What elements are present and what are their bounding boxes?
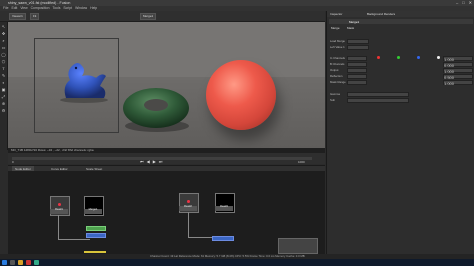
field-input[interactable] <box>347 56 367 61</box>
node-minimap[interactable] <box>278 238 318 254</box>
value-input[interactable]: 1.000 <box>443 68 473 74</box>
start-icon[interactable] <box>2 260 7 265</box>
node-read3-label: Read3 <box>215 205 233 211</box>
zoom-select[interactable]: Fit <box>30 13 40 20</box>
node-merge1-label: Merge1 <box>84 208 102 214</box>
ellipse-tool-icon[interactable]: ◯ <box>1 52 6 57</box>
value-input[interactable]: 1.000 <box>443 80 473 86</box>
field-input[interactable] <box>347 68 367 73</box>
node-indicator-icon <box>58 203 61 206</box>
color-tool-icon[interactable]: ◐ <box>1 80 6 85</box>
viewer-select[interactable]: Viewer1 <box>9 13 26 20</box>
field-label: Output <box>330 68 339 72</box>
field-label: Mask Range <box>330 80 346 84</box>
polygon-tool-icon[interactable]: ⬠ <box>1 59 6 64</box>
field-label: Gamma <box>330 92 340 96</box>
alpha-channel-icon[interactable] <box>437 56 440 59</box>
wire <box>188 237 212 238</box>
section-merge[interactable]: Merge <box>331 26 340 30</box>
node-indicator-icon <box>187 200 190 203</box>
green-tool-bar[interactable] <box>86 226 106 231</box>
section-mask[interactable]: Mask <box>347 26 354 30</box>
field-input[interactable] <box>347 62 367 67</box>
status-text: Channel Count: 19 Lat Reference Mode: 61… <box>150 254 305 258</box>
app-icon[interactable] <box>34 260 39 265</box>
merge-select[interactable]: Merge1 <box>140 13 157 20</box>
start-frame: 0 <box>12 160 14 164</box>
left-tool-strip: ↖ ✥ ⌕ ▭ ◯ ⬠ T ✎ ◐ ▣ ⤢ ⊕ ⚙ <box>0 22 8 150</box>
node-name: Merge1 <box>349 20 360 24</box>
select-tool-icon[interactable]: ↖ <box>1 24 6 29</box>
red-channel-icon[interactable] <box>377 56 380 59</box>
os-taskbar <box>0 259 474 266</box>
value-input[interactable]: 0.000 <box>443 62 473 68</box>
field-slider[interactable] <box>347 98 409 103</box>
field-input[interactable] <box>347 39 369 44</box>
end-frame: 1000 <box>298 160 305 164</box>
value-input[interactable]: 0.500 <box>443 74 473 80</box>
tab-background-renders[interactable]: Background Renders <box>367 11 395 17</box>
field-label: Left Value 1 <box>330 45 345 49</box>
move-tool-icon[interactable]: ✥ <box>1 31 6 36</box>
value-input[interactable]: 1.000 <box>443 56 473 62</box>
settings-icon[interactable]: ⚙ <box>1 108 6 113</box>
tab-inspector[interactable]: Inspector <box>330 11 342 17</box>
play-button[interactable]: ▶ <box>153 159 156 164</box>
blue-dragon-figure <box>60 63 108 103</box>
zoom-tool-icon[interactable]: ⌕ <box>1 38 6 43</box>
field-label: In Channels <box>330 56 345 60</box>
folder-icon[interactable] <box>18 260 23 265</box>
node-read2-label: Read2 <box>179 205 197 211</box>
merge-tool-icon[interactable]: ⊕ <box>1 101 6 106</box>
field-label: Load Merge <box>330 39 345 43</box>
transform-tool-icon[interactable]: ⤢ <box>1 94 6 99</box>
blue-tool-bar-2[interactable] <box>212 236 234 241</box>
playback-controls: ⏮ ◀ ▶ ⏭ <box>140 159 162 164</box>
last-frame-button[interactable]: ⏭ <box>159 159 163 164</box>
viewer-toolbar: Viewer1 Fit Merge1 <box>0 11 325 22</box>
first-frame-button[interactable]: ⏮ <box>140 159 144 164</box>
blue-channel-icon[interactable] <box>417 56 420 59</box>
wire <box>188 212 189 237</box>
field-input[interactable] <box>347 45 369 50</box>
text-tool-icon[interactable]: T <box>1 66 6 71</box>
fusion-app-icon[interactable] <box>26 260 31 265</box>
image-viewer[interactable] <box>8 22 325 148</box>
rect-tool-icon[interactable]: ▭ <box>1 45 6 50</box>
play-reverse-button[interactable]: ◀ <box>147 159 150 164</box>
node-header[interactable]: Merge1 <box>329 19 473 24</box>
inspector-panel: Inspector Background Renders Merge1 Merg… <box>326 11 474 254</box>
mask-tool-icon[interactable]: ▣ <box>1 87 6 92</box>
red-sphere <box>206 60 276 130</box>
yellow-tool-bar[interactable] <box>84 251 106 253</box>
wire <box>58 239 90 240</box>
field-label: B Channels <box>330 62 345 66</box>
field-label: Sub <box>330 98 335 102</box>
field-slider[interactable] <box>347 92 409 97</box>
field-input[interactable] <box>347 80 367 85</box>
blue-tool-bar[interactable] <box>86 233 106 238</box>
field-input[interactable] <box>347 74 367 79</box>
paint-tool-icon[interactable]: ✎ <box>1 73 6 78</box>
inspector-tabs: Inspector Background Renders <box>327 11 474 17</box>
field-label: Reflection <box>330 74 343 78</box>
wire <box>58 215 59 239</box>
green-channel-icon[interactable] <box>397 56 400 59</box>
green-torus <box>123 88 189 132</box>
search-icon[interactable] <box>10 260 15 265</box>
node-read1-label: Read1 <box>50 208 68 214</box>
